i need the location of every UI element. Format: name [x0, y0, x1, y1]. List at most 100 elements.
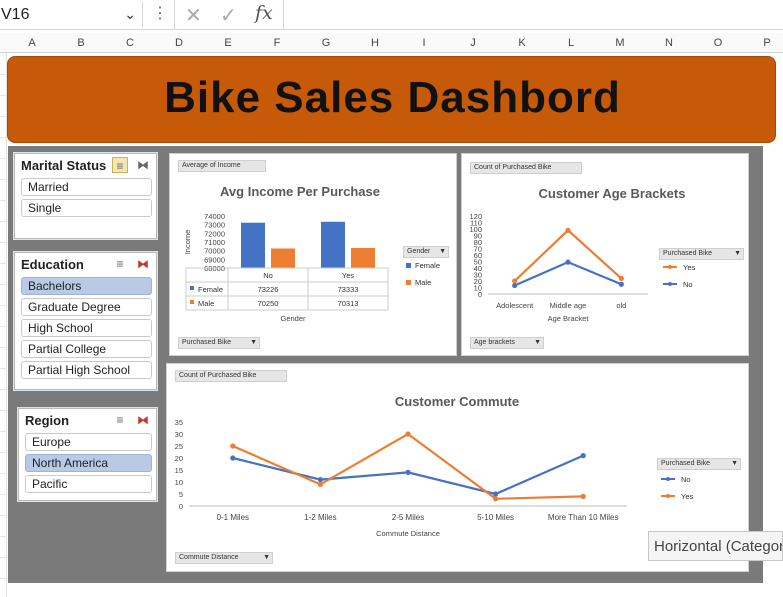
multi-select-icon[interactable]: ≡	[112, 412, 128, 428]
value-field-button[interactable]: Count of Purchased Bike	[175, 370, 287, 382]
data-table-header: Yes	[342, 271, 354, 280]
legend-field-button[interactable]: Purchased Bike ▼	[659, 248, 744, 260]
bar-female-no[interactable]	[241, 222, 265, 268]
x-tick-label: 1-2 Miles	[304, 513, 336, 522]
bar-male-no[interactable]	[271, 248, 295, 269]
data-point-no[interactable]	[317, 477, 323, 483]
legend-label-female[interactable]: Female	[415, 261, 440, 270]
data-point-no[interactable]	[230, 455, 236, 461]
column-header-o[interactable]: O	[708, 37, 728, 49]
legend-field-label: Purchased Bike	[661, 460, 711, 467]
column-header-b[interactable]: B	[71, 37, 91, 49]
data-table-legend-key	[190, 286, 194, 290]
data-point-no[interactable]	[493, 491, 499, 497]
column-header-e[interactable]: E	[218, 37, 238, 49]
slicer-item-north-america[interactable]: North America	[25, 454, 152, 472]
column-header-l[interactable]: L	[561, 37, 581, 49]
column-header-c[interactable]: C	[120, 37, 140, 49]
chevron-down-icon[interactable]: ⌄	[124, 2, 136, 27]
filter-field-label: Commute Distance	[179, 554, 239, 561]
column-header-d[interactable]: D	[169, 37, 189, 49]
row-gridline	[0, 347, 7, 348]
column-header-i[interactable]: I	[414, 37, 434, 49]
formula-input[interactable]	[290, 0, 783, 30]
column-header-f[interactable]: F	[267, 37, 287, 49]
slicer-item-pacific[interactable]: Pacific	[25, 475, 152, 493]
series-line-yes[interactable]	[232, 432, 584, 500]
value-field-button[interactable]: Average of Income	[178, 160, 266, 172]
series-line-yes[interactable]	[513, 228, 623, 282]
data-point-yes[interactable]	[230, 443, 236, 449]
legend-label-no[interactable]: No	[683, 280, 693, 289]
data-point-yes[interactable]	[512, 278, 518, 284]
slicer-item-high-school[interactable]: High School	[21, 319, 152, 337]
data-point-yes[interactable]	[317, 481, 323, 487]
data-point-yes[interactable]	[405, 431, 411, 437]
slicer-region[interactable]: Region ≡ ⧓ Europe North America Pacific	[18, 408, 157, 501]
cancel-icon[interactable]: ✕	[185, 3, 202, 28]
filter-field-button[interactable]: Age brackets ▼	[470, 337, 544, 349]
slicer-item-europe[interactable]: Europe	[25, 433, 152, 451]
column-header-p[interactable]: P	[757, 37, 777, 49]
data-point-no[interactable]	[565, 259, 571, 265]
column-header-j[interactable]: J	[463, 37, 483, 49]
filter-field-label: Purchased Bike	[182, 339, 232, 346]
legend-label-yes[interactable]: Yes	[683, 263, 695, 272]
multi-select-icon[interactable]: ≡	[112, 157, 128, 173]
column-header-m[interactable]: M	[610, 37, 630, 49]
clear-filter-icon[interactable]: ⧓	[135, 412, 151, 428]
data-point-no[interactable]	[512, 282, 518, 289]
data-point-yes[interactable]	[618, 275, 624, 281]
row-gridline	[0, 536, 7, 537]
data-point-no[interactable]	[618, 281, 624, 287]
column-header-h[interactable]: H	[365, 37, 385, 49]
row-gridline	[0, 305, 7, 306]
more-options-icon[interactable]: ⋮	[152, 3, 168, 23]
data-point-yes[interactable]	[580, 493, 586, 499]
legend-label-male[interactable]: Male	[415, 278, 431, 287]
legend-label-no[interactable]: No	[681, 475, 691, 484]
legend-field-button[interactable]: Purchased Bike ▼	[657, 458, 741, 470]
row-gridline	[0, 95, 7, 96]
slicer-item-partial-college[interactable]: Partial College	[21, 340, 152, 358]
slicer-item-single[interactable]: Single	[21, 199, 152, 217]
income-bar-chart[interactable]: 68000690007000071000720007300074000Incom…	[170, 202, 458, 382]
slicer-item-bachelors[interactable]: Bachelors	[21, 277, 152, 295]
slicer-item-partial-high-school[interactable]: Partial High School	[21, 361, 152, 379]
legend-label-yes[interactable]: Yes	[681, 492, 693, 501]
slicer-marital-status[interactable]: Marital Status ≡ ⧓ Married Single	[14, 153, 157, 239]
name-box-value: V16	[1, 6, 30, 23]
data-point-no[interactable]	[405, 469, 411, 475]
column-header-g[interactable]: G	[316, 37, 336, 49]
age-line-chart[interactable]: 0102030405060708090100110120Adolescent Mi…	[462, 210, 750, 330]
data-point-yes[interactable]	[565, 227, 571, 233]
legend-key-male[interactable]	[406, 280, 411, 285]
clear-filter-icon[interactable]: ⧓	[135, 157, 151, 173]
legend-field-button[interactable]: Gender ▼	[403, 246, 449, 258]
slicer-education[interactable]: Education ≡ ⧓ Bachelors Graduate Degree …	[14, 252, 157, 390]
slicer-item-married[interactable]: Married	[21, 178, 152, 196]
clear-filter-icon[interactable]: ⧓	[135, 256, 151, 272]
column-header-n[interactable]: N	[659, 37, 679, 49]
slicer-item-graduate-degree[interactable]: Graduate Degree	[21, 298, 152, 316]
value-field-button[interactable]: Count of Purchased Bike	[470, 162, 582, 174]
y-tick-label: 69000	[204, 255, 225, 264]
bar-male-yes[interactable]	[351, 247, 375, 268]
insert-function-icon[interactable]: fx	[255, 2, 273, 24]
dashboard-banner[interactable]: Bike Sales Dashbord	[7, 56, 776, 143]
enter-icon[interactable]: ✓	[220, 3, 237, 28]
multi-select-icon[interactable]: ≡	[112, 256, 128, 272]
filter-field-button[interactable]: Purchased Bike ▼	[178, 337, 260, 349]
data-point-no[interactable]	[580, 453, 586, 459]
column-header-a[interactable]: A	[22, 37, 42, 49]
name-box[interactable]: V16 ⌄	[0, 2, 143, 27]
bar-female-yes[interactable]	[321, 221, 345, 268]
y-axis-label: Income	[183, 230, 192, 255]
filter-field-button[interactable]: Commute Distance ▼	[175, 552, 273, 564]
chart-avg-income[interactable]: Average of Income Avg Income Per Purchas…	[169, 153, 457, 356]
chart-age-brackets[interactable]: Count of Purchased Bike Customer Age Bra…	[461, 153, 749, 356]
data-point-yes[interactable]	[493, 496, 499, 502]
commute-line-chart[interactable]: 0 5 10 15 20 25 30 35 0-1 Miles 1-2 Miles 2-5 Mile…	[167, 414, 750, 544]
column-header-k[interactable]: K	[512, 37, 532, 49]
legend-key-female[interactable]	[406, 263, 411, 268]
